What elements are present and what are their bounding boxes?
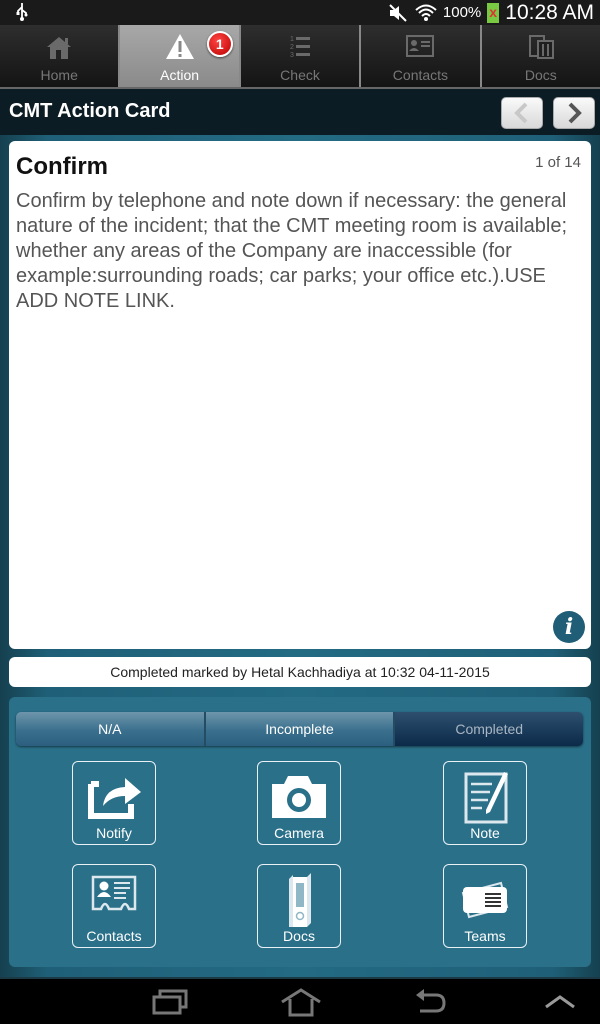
note-button[interactable]: Note: [443, 761, 527, 845]
tab-home[interactable]: Home: [0, 25, 121, 87]
previous-card-button[interactable]: [501, 97, 543, 129]
tab-label: Action: [160, 67, 200, 83]
svg-text:1: 1: [290, 36, 294, 43]
next-card-button[interactable]: [553, 97, 595, 129]
notify-button[interactable]: Notify: [72, 761, 156, 845]
action-label: Notify: [96, 825, 132, 841]
action-label: Camera: [274, 825, 324, 841]
card-title: Confirm: [16, 153, 108, 180]
action-label: Docs: [283, 928, 315, 944]
action-panel: N/A Incomplete Completed Notify Camera N…: [9, 697, 591, 967]
contact-card-icon: [406, 35, 435, 57]
chevron-left-icon: [514, 102, 528, 124]
segment-completed[interactable]: Completed: [395, 712, 583, 746]
completion-status: Completed marked by Hetal Kachhadiya at …: [9, 657, 591, 687]
team-cards-icon: [461, 881, 509, 919]
battery-icon: [487, 2, 500, 23]
notification-badge: 1: [206, 31, 233, 57]
status-segmented-control: N/A Incomplete Completed: [16, 712, 583, 746]
home-nav-icon[interactable]: [280, 987, 322, 1017]
page-header: CMT Action Card: [0, 87, 600, 135]
info-icon[interactable]: i: [553, 611, 585, 643]
tab-label: Check: [280, 67, 320, 83]
chevron-right-icon: [568, 102, 582, 124]
clock: 10:28 AM: [505, 0, 594, 24]
tab-label: Home: [40, 67, 78, 83]
svg-text:3: 3: [290, 52, 294, 59]
page-title: CMT Action Card: [9, 100, 171, 122]
main-content: Confirm 1 of 14 Confirm by telephone and…: [0, 135, 600, 977]
camera-icon: [272, 776, 326, 818]
card-pager: 1 of 14: [535, 154, 581, 171]
svg-text:2: 2: [290, 44, 294, 51]
battery-percent: 100%: [442, 4, 482, 21]
tab-contacts[interactable]: Contacts: [361, 25, 482, 87]
segment-incomplete[interactable]: Incomplete: [205, 712, 396, 746]
tab-docs[interactable]: Docs: [481, 25, 600, 87]
contacts-button[interactable]: Contacts: [72, 864, 156, 948]
camera-button[interactable]: Camera: [257, 761, 341, 845]
recent-apps-icon[interactable]: [152, 987, 188, 1017]
usb-icon: [16, 3, 28, 21]
tab-label: Docs: [524, 67, 557, 83]
action-label: Note: [470, 825, 500, 841]
status-bar: 100% 10:28 AM: [0, 0, 600, 25]
action-label: Teams: [464, 928, 506, 944]
tab-label: Contacts: [392, 67, 449, 83]
tab-action[interactable]: Action 1: [120, 25, 241, 87]
binder-icon: [289, 873, 311, 927]
top-tab-bar: Home Action 1 123 Check Contacts Docs: [0, 25, 600, 87]
home-icon: [47, 37, 72, 59]
warning-icon: [165, 34, 194, 59]
segment-na[interactable]: N/A: [16, 712, 206, 746]
action-label: Contacts: [86, 928, 142, 944]
share-icon: [88, 778, 141, 819]
action-card: Confirm 1 of 14 Confirm by telephone and…: [9, 141, 591, 649]
note-icon: [464, 772, 508, 824]
app-screen: 100% 10:28 AM Home Action 1 123 Check Co…: [0, 0, 600, 1024]
teams-button[interactable]: Teams: [443, 864, 527, 948]
mute-icon: [389, 3, 407, 22]
numbered-list-icon: 123: [290, 36, 311, 59]
wifi-icon: [415, 4, 437, 21]
documents-icon: [528, 35, 554, 59]
chevron-up-icon[interactable]: [544, 987, 576, 1017]
back-icon[interactable]: [414, 987, 448, 1017]
card-body: Confirm by telephone and note down if ne…: [16, 190, 568, 312]
contact-card-icon: [91, 875, 137, 911]
tab-check[interactable]: 123 Check: [240, 25, 362, 87]
system-navigation-bar: [0, 977, 600, 1024]
docs-button[interactable]: Docs: [257, 864, 341, 948]
